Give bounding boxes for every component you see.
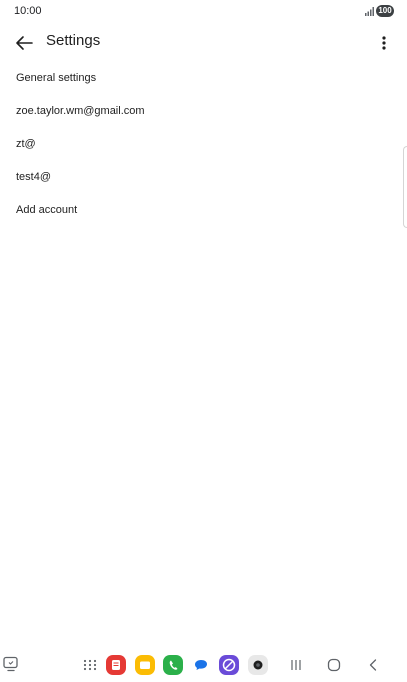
settings-item-account-zoe[interactable]: zoe.taylor.wm@gmail.com <box>0 95 407 128</box>
back-arrow-icon[interactable] <box>12 31 36 55</box>
settings-item-label: zoe.taylor.wm@gmail.com <box>16 105 145 117</box>
battery-level: 100 <box>378 6 392 15</box>
settings-item-add-account[interactable]: Add account <box>0 194 407 227</box>
browser-glyph-icon <box>222 658 236 672</box>
settings-item-label: Add account <box>16 204 78 216</box>
camera-app-icon[interactable] <box>248 655 268 675</box>
recents-icon[interactable] <box>287 655 305 675</box>
notes-app-icon[interactable] <box>106 655 126 675</box>
settings-item-account-zt[interactable]: zt@ <box>0 128 407 161</box>
settings-item-label: General settings <box>16 72 97 84</box>
notes-glyph-icon <box>112 660 120 670</box>
phone-glyph-icon <box>169 660 178 670</box>
edge-panel-icon[interactable] <box>2 655 20 673</box>
settings-item-label: test4@ <box>16 171 52 183</box>
camera-glyph-icon <box>253 660 263 670</box>
status-bar: 10:00 100 <box>0 0 407 24</box>
settings-item-general[interactable]: General settings <box>0 62 407 95</box>
back-nav-icon[interactable] <box>364 655 382 675</box>
folder-glyph-icon <box>140 661 150 669</box>
more-options-icon[interactable] <box>374 31 394 55</box>
browser-app-icon[interactable] <box>219 655 239 675</box>
home-icon[interactable] <box>324 655 344 675</box>
status-time: 10:00 <box>14 5 42 17</box>
battery-icon: 100 <box>376 5 394 17</box>
app-bar: Settings <box>0 24 407 62</box>
messages-app-icon[interactable] <box>192 655 210 675</box>
edge-panel-handle[interactable] <box>403 146 407 228</box>
apps-grid-icon[interactable] <box>82 655 98 675</box>
signal-icon <box>365 7 374 16</box>
page-title: Settings <box>46 32 101 49</box>
settings-item-label: zt@ <box>16 138 36 150</box>
phone-app-icon[interactable] <box>163 655 183 675</box>
settings-item-account-test4[interactable]: test4@ <box>0 161 407 194</box>
nav-bar <box>0 648 407 682</box>
files-app-icon[interactable] <box>135 655 155 675</box>
settings-list: General settings zoe.taylor.wm@gmail.com… <box>0 62 407 227</box>
